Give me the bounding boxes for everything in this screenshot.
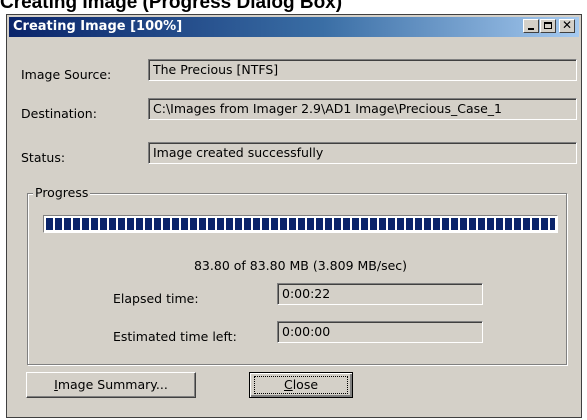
image-source-label: Image Source: [21,67,112,82]
maximize-icon [544,22,552,29]
transfer-summary: 83.80 of 83.80 MB (3.809 MB/sec) [193,258,408,273]
progress-bar-fill [46,218,555,230]
destination-label: Destination: [21,106,97,121]
close-hotkey: C [283,377,293,392]
close-window-button[interactable]: ✕ [559,18,575,33]
elapsed-time-label: Elapsed time: [113,291,199,306]
image-summary-label: mage Summary... [57,377,168,392]
minimize-button[interactable] [523,19,539,33]
progress-group-title: Progress [33,185,91,200]
window-title: Creating Image [100%] [13,19,183,34]
image-summary-button[interactable]: Image Summary... [26,372,196,398]
status-label: Status: [21,150,66,165]
minimize-icon [528,28,534,30]
close-button[interactable]: Close [249,372,353,398]
close-icon: ✕ [561,18,573,32]
progress-bar [43,215,558,233]
window-controls: ✕ [522,18,575,33]
close-label: lose [292,377,319,392]
elapsed-time-field: 0:00:22 [277,283,483,305]
image-source-field: The Precious [NTFS] [148,59,577,81]
page-caption: Creating Image (Progress Dialog Box) [0,0,343,13]
title-bar[interactable]: Creating Image [100%] ✕ [9,17,579,37]
status-field: Image created successfully [148,142,577,164]
destination-field: C:\Images from Imager 2.9\AD1 Image\Prec… [148,98,577,120]
maximize-button[interactable] [540,19,556,33]
time-left-label: Estimated time left: [113,329,237,344]
time-left-field: 0:00:00 [277,321,483,343]
progress-dialog: Creating Image [100%] ✕ Image Source: Th… [6,14,582,418]
